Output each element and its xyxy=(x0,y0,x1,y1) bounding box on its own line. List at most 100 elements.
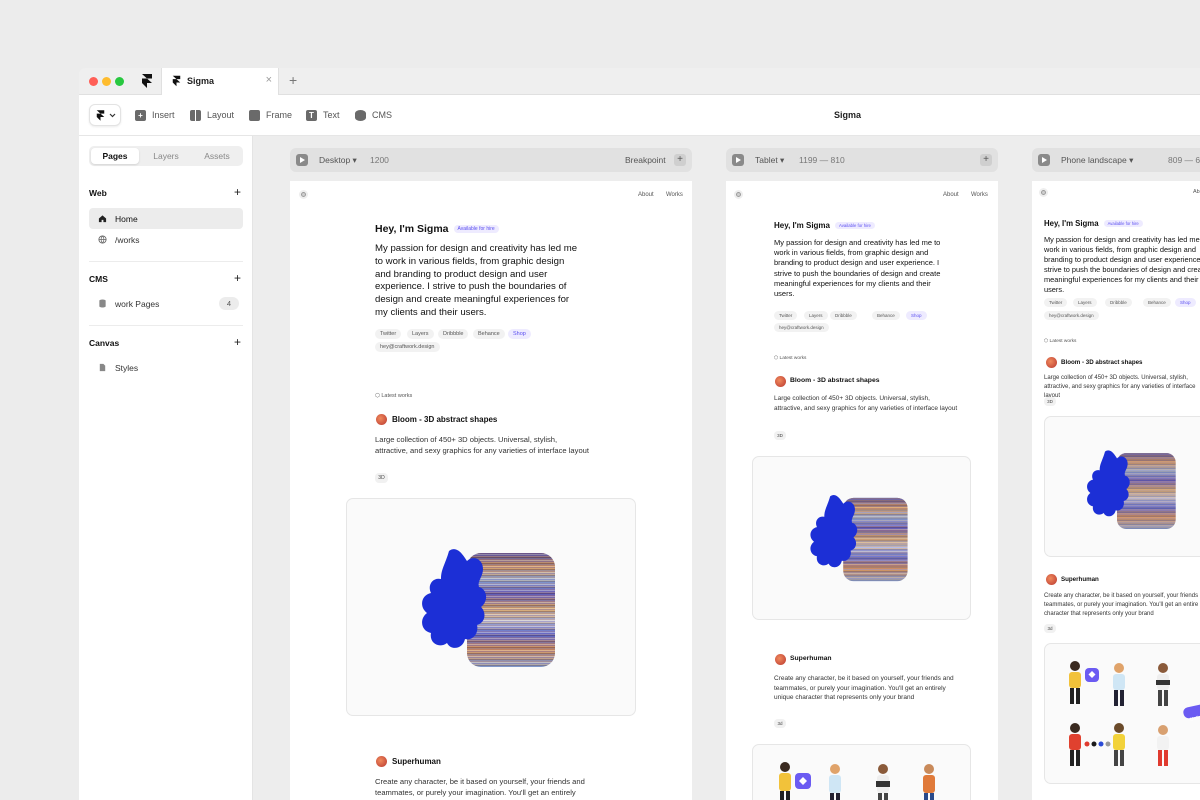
work-image-card[interactable] xyxy=(346,498,636,716)
minimize-window-dot[interactable] xyxy=(102,77,111,86)
home-icon xyxy=(98,215,107,223)
tab-layers[interactable]: Layers xyxy=(142,148,190,164)
link-dribbble[interactable]: Dribbble xyxy=(830,311,857,320)
sidebar-item-work-pages[interactable]: work Pages 4 xyxy=(89,293,243,314)
breakpoint-name[interactable]: Phone landscape ▾ xyxy=(1061,155,1133,166)
work-tag: 3D xyxy=(1044,397,1056,406)
link-twitter[interactable]: Twitter xyxy=(375,329,402,339)
frame-tablet[interactable]: About Works Hey, I'm Sigma Available for … xyxy=(726,181,998,800)
sidebar-item-home[interactable]: Home xyxy=(89,208,243,229)
hire-badge: Available for hire xyxy=(835,222,875,230)
insert-label: Insert xyxy=(152,110,175,120)
text-button[interactable]: T Text xyxy=(306,107,340,123)
bloom-icon xyxy=(775,376,786,387)
nav-works-link[interactable]: Works xyxy=(971,192,988,198)
hire-badge: Available for hire xyxy=(453,225,499,234)
work-title[interactable]: Bloom - 3D abstract shapes xyxy=(392,415,497,424)
cms-button[interactable]: CMS xyxy=(355,107,392,123)
work-image-card[interactable] xyxy=(752,456,971,620)
layout-button[interactable]: Layout xyxy=(190,107,234,123)
link-behance[interactable]: Behance xyxy=(872,311,900,320)
work-description: Large collection of 450+ 3D objects. Uni… xyxy=(774,395,958,412)
characters-image-card[interactable] xyxy=(752,744,971,800)
add-breakpoint-button[interactable]: + xyxy=(980,154,992,166)
breakpoint-bar-phone: Phone landscape ▾ 809 — 640 xyxy=(1032,148,1200,172)
frame-desktop[interactable]: About Works Hey, I'm Sigma Available for … xyxy=(290,181,692,800)
work-image-card[interactable] xyxy=(1044,416,1200,557)
frame-phone[interactable]: Ab Hey, I'm Sigma Available for hire My p… xyxy=(1032,181,1200,800)
database-icon xyxy=(99,299,106,308)
hero-bio: My passion for design and creativity has… xyxy=(774,238,941,299)
globe-icon xyxy=(98,235,107,244)
work-title[interactable]: Superhuman xyxy=(1061,576,1099,583)
close-icon[interactable]: × xyxy=(266,74,272,86)
add-page-button[interactable]: + xyxy=(234,186,241,198)
work-title[interactable]: Bloom - 3D abstract shapes xyxy=(790,377,880,384)
add-breakpoint-label[interactable]: Breakpoint xyxy=(625,155,666,165)
work-tag: 3d xyxy=(774,719,786,728)
preview-play-icon[interactable] xyxy=(732,154,744,166)
link-shop[interactable]: Shop xyxy=(906,311,927,320)
tab-pages[interactable]: Pages xyxy=(91,148,139,164)
section-web-title: Web xyxy=(89,188,107,198)
nav-works-link[interactable]: Works xyxy=(666,192,683,198)
tab-assets[interactable]: Assets xyxy=(193,148,241,164)
link-shop[interactable]: Shop xyxy=(1175,298,1196,307)
main-menu-button[interactable] xyxy=(89,104,121,126)
site-logo-icon[interactable] xyxy=(734,190,743,199)
divider xyxy=(89,261,243,262)
nav-about-link[interactable]: About xyxy=(638,192,654,198)
work-description: Large collection of 450+ 3D objects. Uni… xyxy=(375,435,589,455)
page-count-badge: 4 xyxy=(219,297,239,310)
link-layers[interactable]: Layers xyxy=(804,311,828,320)
sidebar-item-styles[interactable]: Styles xyxy=(89,357,243,378)
latest-works-label: ⬡ Latest works xyxy=(1044,339,1077,344)
section-canvas-title: Canvas xyxy=(89,338,120,348)
link-layers[interactable]: Layers xyxy=(407,329,434,339)
frame-button[interactable]: Frame xyxy=(249,107,292,123)
site-logo-icon[interactable] xyxy=(299,190,308,199)
sidebar-item-label: Styles xyxy=(115,363,139,373)
preview-play-icon[interactable] xyxy=(296,154,308,166)
cms-label: CMS xyxy=(372,110,392,120)
maximize-window-dot[interactable] xyxy=(115,77,124,86)
preview-play-icon[interactable] xyxy=(1038,154,1050,166)
email-link[interactable]: hey@craftwork.design xyxy=(1044,311,1099,320)
link-behance[interactable]: Behance xyxy=(1143,298,1171,307)
superhuman-icon xyxy=(1046,574,1057,585)
work-description: Create any character, be it based on you… xyxy=(774,675,954,701)
breakpoint-name[interactable]: Tablet ▾ xyxy=(755,155,784,166)
link-dribbble[interactable]: Dribbble xyxy=(438,329,469,339)
new-tab-button[interactable]: + xyxy=(289,73,297,87)
email-link[interactable]: hey@craftwork.design xyxy=(375,342,440,352)
framer-logo-icon[interactable] xyxy=(141,74,153,88)
work-description: Create any character, be it based on you… xyxy=(375,777,585,797)
nav-about-link[interactable]: About xyxy=(943,192,959,198)
link-twitter[interactable]: Twitter xyxy=(774,311,798,320)
nav-about-link[interactable]: Ab xyxy=(1193,189,1200,195)
hero-title: Hey, I'm Sigma Available for hire xyxy=(1044,219,1143,228)
site-logo-icon[interactable] xyxy=(1039,188,1048,197)
tab-sigma[interactable]: Sigma × xyxy=(161,68,279,96)
add-canvas-button[interactable]: + xyxy=(234,336,241,348)
hero-title: Hey, I'm Sigma Available for hire xyxy=(375,223,499,235)
email-link[interactable]: hey@craftwork.design xyxy=(774,323,829,332)
add-breakpoint-button[interactable]: + xyxy=(674,154,686,166)
link-behance[interactable]: Behance xyxy=(473,329,505,339)
work-title[interactable]: Bloom - 3D abstract shapes xyxy=(1061,359,1143,366)
work-title[interactable]: Superhuman xyxy=(790,655,832,662)
characters-image-card[interactable]: Unlimited combinations xyxy=(1044,643,1200,784)
close-window-dot[interactable] xyxy=(89,77,98,86)
design-canvas[interactable]: Desktop ▾ 1200 Breakpoint + Tablet ▾ 119… xyxy=(253,136,1200,800)
add-collection-button[interactable]: + xyxy=(234,272,241,284)
insert-button[interactable]: + Insert xyxy=(135,107,175,123)
sidebar-item-works[interactable]: /works xyxy=(89,229,243,250)
link-twitter[interactable]: Twitter xyxy=(1044,298,1068,307)
characters-illustration xyxy=(779,762,935,800)
link-layers[interactable]: Layers xyxy=(1073,298,1097,307)
link-dribbble[interactable]: Dribbble xyxy=(1105,298,1132,307)
breakpoint-size: 809 — 640 xyxy=(1168,155,1200,165)
work-title[interactable]: Superhuman xyxy=(392,757,441,766)
breakpoint-name[interactable]: Desktop ▾ xyxy=(319,155,357,166)
link-shop[interactable]: Shop xyxy=(508,329,531,339)
